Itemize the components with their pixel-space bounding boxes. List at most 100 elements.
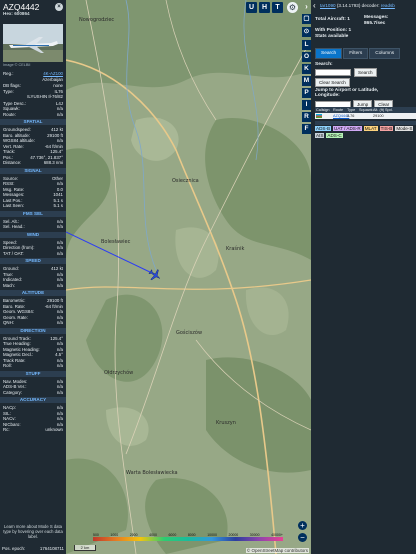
info-key: Sel. Alt.: (3, 218, 20, 224)
map-view[interactable]: Nowogrodziec Osiecznica Bolesławiec Kraś… (66, 0, 311, 554)
info-value: n/a (56, 357, 63, 363)
info-key: Msg. Rate: (3, 186, 25, 192)
map-button-t[interactable]: T (272, 2, 283, 13)
info-value: n/a (56, 389, 63, 395)
info-key: TAT / OAT: (3, 250, 24, 256)
info-value: n/a (56, 363, 63, 368)
info-key: Geom. WGS84: (3, 309, 34, 314)
zoom-in-button[interactable]: + (298, 521, 307, 530)
source-legend-item[interactable]: ADS-B (315, 126, 332, 131)
info-value: 29100 ft (47, 132, 63, 138)
tab-columns[interactable]: Columns (369, 48, 401, 59)
map-label-4: Kraśnik (226, 246, 245, 252)
info-value[interactable]: 4K-AZ100 (43, 71, 63, 76)
aircraft-marker-icon[interactable] (148, 268, 162, 282)
version-link[interactable]: tar1090 (320, 3, 336, 8)
source-legend-item[interactable]: AIS (315, 133, 325, 138)
with-position: With Position: 1 (315, 28, 351, 33)
side-button-l[interactable]: L (302, 40, 311, 50)
info-value: L4J (55, 100, 63, 106)
settings-gear-icon[interactable]: ⚙ (287, 2, 298, 13)
side-button-f[interactable]: F (302, 124, 311, 134)
info-row: True Heading: n/a (3, 341, 63, 346)
info-value: Other (52, 175, 63, 181)
tab-filters[interactable]: Filters (343, 48, 369, 59)
side-button-m[interactable]: M (302, 76, 311, 86)
learn-more-text: Learn more about Mode S data type by hov… (3, 524, 63, 539)
table-row[interactable]: AZQ4442 IL76 29100 (315, 113, 416, 119)
info-row: Distance: 688.3 nmi (3, 160, 63, 165)
aircraft-photo[interactable] (3, 24, 63, 62)
source-legend-item[interactable]: Mode-S (395, 126, 414, 131)
map-label-1: Nowogrodziec (79, 17, 115, 23)
info-key: DB flags: (3, 83, 21, 88)
source-legend-item[interactable]: UAT / ADS-R (333, 126, 362, 131)
table-scrollbar[interactable] (315, 121, 416, 125)
map-button-h[interactable]: H (259, 2, 270, 13)
source-legend-item[interactable]: TIS-B (379, 126, 394, 131)
info-row: RSSI: n/a (3, 181, 63, 186)
section-speed: SPEED (0, 258, 66, 264)
section-spatial: SPATIAL (0, 119, 66, 125)
info-value: ILYUSHIN Il-76/82 (27, 94, 63, 99)
map-label-6: Ołdrzychów (104, 370, 134, 376)
info-value: n/a (56, 111, 63, 117)
info-key: Groundspeed: (3, 127, 31, 132)
altitude-legend-bar (93, 537, 283, 541)
info-row: Magnetic Heading: n/a (3, 347, 63, 352)
info-key: Baro. Rate: (3, 303, 26, 309)
info-key: Pos.: (3, 154, 14, 160)
info-key: ADS-B Ver.: (3, 384, 27, 389)
source-legend-item[interactable]: MLAT (363, 126, 378, 131)
info-value: n/a (56, 239, 63, 245)
close-icon[interactable]: × (55, 3, 63, 11)
info-row: True: n/a (3, 272, 63, 277)
info-key: Roll: (3, 363, 12, 368)
search-button[interactable]: Search (354, 68, 377, 77)
row-squawk (359, 113, 373, 119)
stats-available[interactable]: Stats available (315, 34, 348, 39)
row-type: IL76 (347, 114, 355, 118)
decoder-link[interactable]: readsb (381, 3, 395, 8)
map-label-8: Warta Bolesławiecka (126, 470, 178, 476)
search-input[interactable] (315, 69, 351, 76)
row-callsign[interactable]: AZQ4442 (333, 113, 349, 119)
section-accuracy: ACCURACY (0, 397, 66, 403)
info-row: Sel. Head.: n/a (3, 224, 63, 229)
info-key: True Heading: (3, 341, 31, 346)
collapse-panel-icon[interactable]: ‹ (313, 2, 319, 10)
info-row: Geom. WGS84: n/a (3, 309, 63, 314)
info-row: Ground: 412 kt (3, 266, 63, 271)
info-key: Ground Track: (3, 335, 31, 341)
side-button-k[interactable]: K (302, 64, 311, 74)
info-key: Type: (3, 88, 14, 94)
messages-rate: Messages: 865.7/sec (364, 15, 389, 27)
info-row: DB flags: none (3, 83, 63, 88)
clear-search-button[interactable]: Clear Search (315, 78, 350, 87)
source-legend-item[interactable]: ADS-C (326, 133, 343, 138)
chevron-right-icon[interactable]: › (302, 2, 311, 11)
info-row: SIL: n/a (3, 411, 63, 416)
toggle-fullscreen-icon[interactable]: ▢ (302, 14, 311, 24)
info-row: Track Rate: n/a (3, 358, 63, 363)
info-value: 0.0 (56, 186, 63, 192)
map-attribution[interactable]: © OpenStreetMap contributors (245, 548, 309, 553)
pos-epoch: Pos. epoch: 1764108711 (0, 546, 66, 551)
info-row: ADS-B Ver.: n/a (3, 384, 63, 389)
info-row: Route: n/a (3, 112, 63, 117)
info-row: Baro. altitude: 29100 ft (3, 133, 63, 138)
info-key: Direction (from): (3, 245, 35, 250)
map-scale: 2 km (74, 545, 96, 551)
info-key: Indicated: (3, 277, 23, 282)
zoom-out-button[interactable]: − (298, 533, 307, 542)
map-button-u[interactable]: U (246, 2, 257, 13)
info-row: Vert. Rate: -64 ft/min (3, 144, 63, 149)
side-button-p[interactable]: P (302, 88, 311, 98)
side-button-o[interactable]: O (302, 52, 311, 62)
info-value: n/a (56, 218, 63, 224)
info-key: WGS84 altitude: (3, 138, 35, 143)
side-button-r[interactable]: R (302, 112, 311, 122)
side-button-i[interactable]: I (302, 100, 311, 110)
reset-view-icon[interactable]: ⊙ (302, 27, 311, 37)
tab-search[interactable]: Search (315, 48, 343, 59)
